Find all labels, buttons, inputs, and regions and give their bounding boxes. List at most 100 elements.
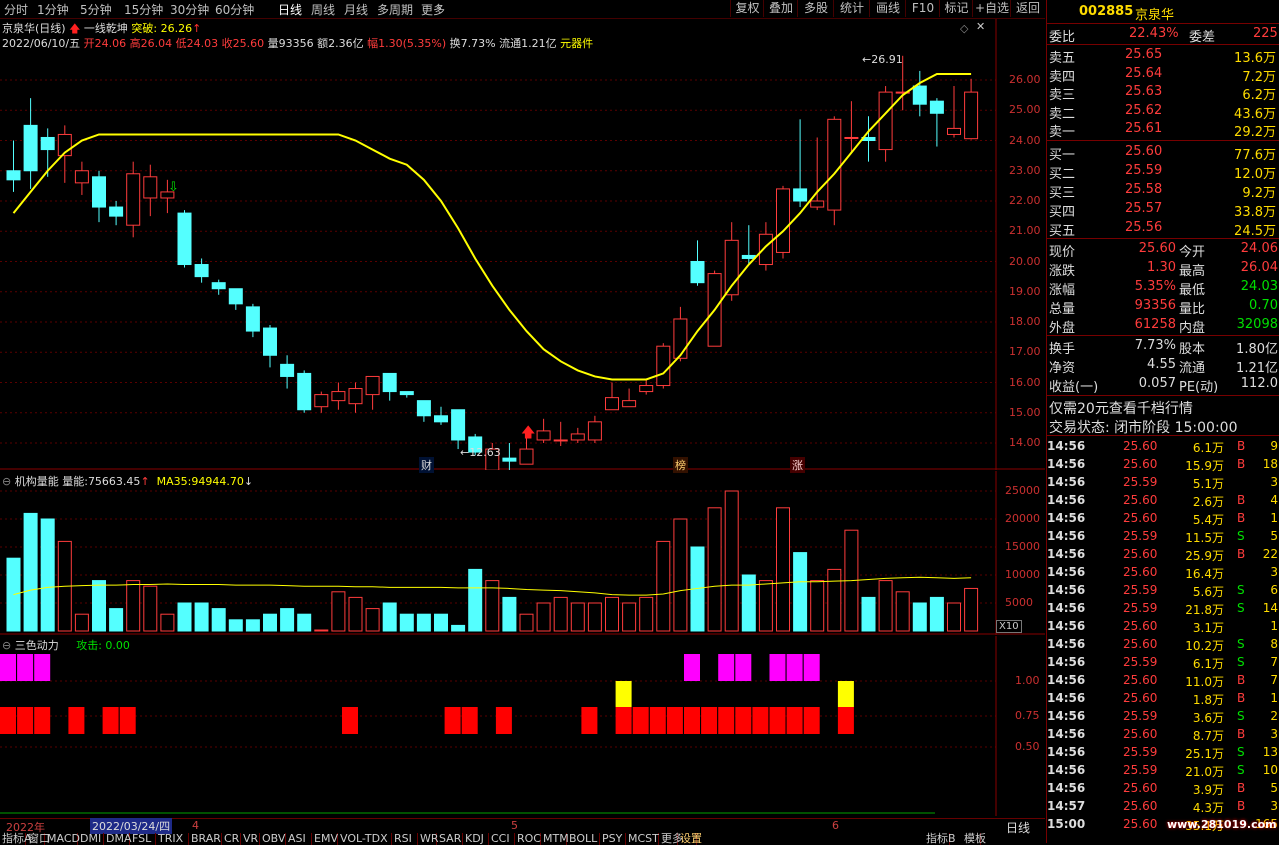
volume-bar[interactable] bbox=[553, 596, 568, 632]
indicator-tab-5[interactable]: FSL bbox=[130, 833, 156, 845]
indicator-tab-25[interactable]: 设置 bbox=[678, 833, 702, 845]
volume-bar[interactable] bbox=[23, 512, 38, 632]
sell-level-5[interactable]: 卖五 25.65 13.6万 bbox=[1047, 46, 1279, 66]
period-tab-4[interactable]: 30分钟 bbox=[170, 1, 209, 18]
candle[interactable] bbox=[434, 406, 448, 425]
sell-level-4[interactable]: 卖四 25.64 7.2万 bbox=[1047, 65, 1279, 85]
candle[interactable] bbox=[194, 258, 209, 283]
candle[interactable] bbox=[382, 372, 397, 401]
tick-row[interactable]: 14:56 25.60 2.6万 B 4 bbox=[1047, 492, 1279, 510]
tick-row[interactable]: 14:56 25.60 15.9万 B 18 bbox=[1047, 456, 1279, 474]
volume-bar[interactable] bbox=[160, 613, 175, 632]
candle[interactable] bbox=[929, 98, 944, 147]
close-icon[interactable]: ✕ bbox=[976, 20, 985, 33]
period-tab-8[interactable]: 月线 bbox=[344, 1, 368, 18]
candle[interactable] bbox=[570, 427, 585, 443]
axis-mode[interactable]: 日线 bbox=[1006, 819, 1030, 836]
candle[interactable] bbox=[878, 86, 893, 162]
volume-bar[interactable] bbox=[536, 602, 551, 632]
volume-bar[interactable] bbox=[331, 591, 346, 632]
volume-bar[interactable] bbox=[587, 602, 602, 632]
period-tab-6[interactable]: 日线 bbox=[278, 1, 302, 18]
volume-bar[interactable] bbox=[519, 613, 534, 632]
period-tab-1[interactable]: 1分钟 bbox=[37, 1, 69, 18]
buy-level-5[interactable]: 买五 25.56 24.5万 bbox=[1047, 219, 1279, 239]
candle[interactable] bbox=[622, 388, 637, 408]
candle[interactable] bbox=[245, 303, 260, 338]
period-tab-7[interactable]: 周线 bbox=[311, 1, 335, 18]
indicator-tab-23[interactable]: MCST bbox=[626, 833, 659, 845]
candle[interactable] bbox=[810, 137, 825, 211]
volume-bar[interactable] bbox=[656, 540, 671, 632]
candle[interactable] bbox=[724, 222, 739, 301]
volume-bar[interactable] bbox=[399, 613, 414, 632]
candle[interactable] bbox=[126, 161, 141, 238]
indicator-tab-20[interactable]: MTM bbox=[541, 833, 569, 845]
tick-row[interactable]: 14:56 25.60 6.1万 B 9 bbox=[1047, 438, 1279, 456]
candle[interactable] bbox=[587, 415, 602, 443]
volume-bar[interactable] bbox=[416, 613, 431, 632]
volume-bar[interactable] bbox=[177, 602, 192, 632]
notice-row[interactable]: 仅需20元查看千档行情 bbox=[1047, 397, 1279, 418]
indicator-tab-7[interactable]: BRAR bbox=[189, 833, 222, 845]
tick-row[interactable]: 14:56 25.60 5.4万 B 1 bbox=[1047, 510, 1279, 528]
notice-text[interactable]: 仅需20元查看千档行情 bbox=[1049, 398, 1193, 418]
toolbar-button-8[interactable]: 返回 bbox=[1010, 0, 1045, 17]
indicator-tab-19[interactable]: ROC bbox=[515, 833, 541, 845]
volume-bar[interactable] bbox=[605, 596, 619, 632]
indicator-tab-2[interactable]: MACD bbox=[45, 833, 80, 845]
volume-bar[interactable] bbox=[707, 507, 722, 632]
indicator-tab-15[interactable]: WR bbox=[418, 833, 439, 845]
volume-bar[interactable] bbox=[724, 490, 739, 632]
indicator-tab-14[interactable]: RSI bbox=[392, 833, 418, 845]
volume-bar[interactable] bbox=[673, 518, 688, 632]
tick-row[interactable]: 14:56 25.59 25.1万 S 13 bbox=[1047, 744, 1279, 762]
buy-level-4[interactable]: 买四 25.57 33.8万 bbox=[1047, 200, 1279, 220]
candle[interactable] bbox=[861, 116, 876, 162]
tick-row[interactable]: 14:56 25.60 1.8万 B 1 bbox=[1047, 690, 1279, 708]
volume-bar[interactable] bbox=[297, 613, 312, 632]
indicator-tab-18[interactable]: CCI bbox=[489, 833, 515, 845]
indicator-tab-8[interactable]: CR bbox=[222, 833, 241, 845]
candle[interactable] bbox=[502, 443, 517, 480]
tick-row[interactable]: 14:56 25.59 21.8万 S 14 bbox=[1047, 600, 1279, 618]
candle[interactable] bbox=[964, 78, 979, 140]
period-tab-9[interactable]: 多周期 bbox=[377, 1, 413, 18]
tick-row[interactable]: 14:56 25.59 11.5万 S 5 bbox=[1047, 528, 1279, 546]
volume-chart[interactable]: ⊖ 机构量能 量能:75663.45↑ MA35:94944.70↓ 25000… bbox=[0, 471, 1045, 635]
candle[interactable] bbox=[451, 409, 466, 450]
dynamics-chart[interactable]: ⊖ 三色动力 攻击: 0.00 1.00 0.75 0.50 bbox=[0, 636, 1045, 816]
toolbar-button-2[interactable]: 多股 bbox=[797, 0, 834, 17]
buy-level-2[interactable]: 买二 25.59 12.0万 bbox=[1047, 162, 1279, 182]
volume-bar[interactable] bbox=[280, 608, 295, 632]
volume-bar[interactable] bbox=[810, 580, 825, 632]
volume-bar[interactable] bbox=[314, 629, 329, 632]
candle[interactable] bbox=[844, 101, 859, 153]
volume-bar[interactable] bbox=[434, 613, 448, 632]
volume-bar[interactable] bbox=[263, 613, 277, 632]
indicator-tab-26[interactable]: 指标B bbox=[924, 833, 956, 845]
tick-row[interactable]: 14:56 25.59 5.6万 S 6 bbox=[1047, 582, 1279, 600]
volume-bar[interactable] bbox=[211, 608, 226, 632]
volume-bar[interactable] bbox=[451, 624, 466, 632]
indicator-tab-11[interactable]: ASI bbox=[286, 833, 312, 845]
candle[interactable] bbox=[23, 98, 38, 189]
volume-bar[interactable] bbox=[639, 596, 654, 632]
sell-level-2[interactable]: 卖二 25.62 43.6万 bbox=[1047, 102, 1279, 122]
tick-row[interactable]: 14:56 25.60 3.9万 B 5 bbox=[1047, 780, 1279, 798]
volume-bar[interactable] bbox=[502, 596, 517, 632]
tick-row[interactable]: 14:56 25.60 25.9万 B 22 bbox=[1047, 546, 1279, 564]
toolbar-button-3[interactable]: 统计 bbox=[833, 0, 870, 17]
period-tab-5[interactable]: 60分钟 bbox=[215, 1, 254, 18]
indicator-tab-27[interactable]: 模板 bbox=[962, 833, 986, 845]
period-tab-2[interactable]: 5分钟 bbox=[80, 1, 112, 18]
candle[interactable] bbox=[228, 288, 243, 310]
candle[interactable] bbox=[656, 343, 671, 389]
volume-bar[interactable] bbox=[194, 602, 209, 632]
candle[interactable] bbox=[280, 355, 295, 389]
tick-row[interactable]: 14:56 25.60 16.4万 3 bbox=[1047, 564, 1279, 582]
volume-bar[interactable] bbox=[827, 568, 842, 632]
volume-bar[interactable] bbox=[74, 613, 89, 632]
volume-bar[interactable] bbox=[382, 602, 397, 632]
candle[interactable] bbox=[553, 421, 568, 447]
